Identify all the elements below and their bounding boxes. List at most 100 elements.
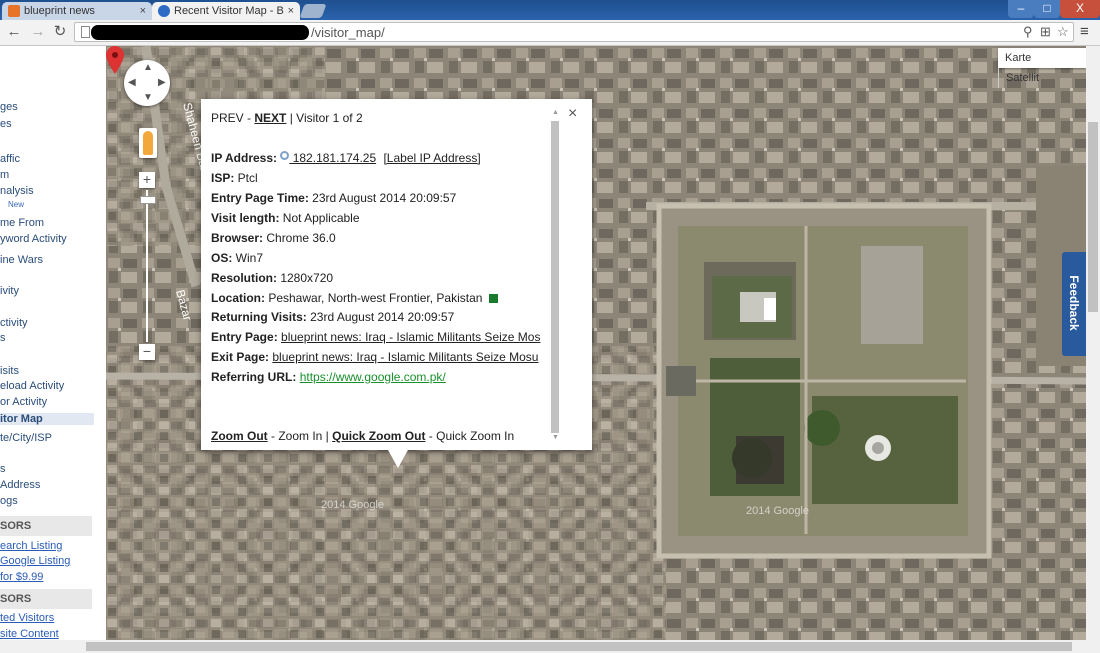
sidebar-link[interactable]: earch Listing	[0, 540, 62, 552]
info-window-close-icon[interactable]: ×	[568, 105, 577, 123]
sidebar-item-visitor-map[interactable]: itor Map	[0, 413, 94, 425]
prev-link[interactable]: PREV	[211, 111, 244, 125]
sidebar: ges es affic m nalysis New me From yword…	[0, 46, 106, 640]
page-icon	[81, 26, 90, 38]
feedback-tab[interactable]: Feedback	[1062, 252, 1086, 356]
sidebar-item[interactable]: te/City/ISP	[0, 432, 52, 444]
map-type-satellite-button[interactable]: Satellit	[998, 68, 1046, 88]
sidebar-link[interactable]: site Content	[0, 628, 59, 640]
maximize-button[interactable]: □	[1034, 0, 1060, 18]
address-bar[interactable]: /visitor_map/ ⚲ ⊞ ☆	[74, 22, 1074, 42]
sidebar-item[interactable]: ogs	[0, 495, 18, 507]
visit-length-row: Visit length: Not Applicable	[211, 211, 360, 225]
zoom-out-button[interactable]: −	[139, 344, 155, 360]
url-text[interactable]: /visitor_map/	[311, 25, 385, 40]
pan-control[interactable]: ▲ ▼ ◀ ▶	[124, 60, 170, 106]
pan-down-icon[interactable]: ▼	[143, 92, 153, 103]
map-type-control: KarteSatellit	[998, 48, 1086, 88]
exit-page-label: Exit Page:	[211, 350, 270, 364]
horizontal-scrollbar[interactable]	[0, 640, 1100, 653]
entry-time-value: 23rd August 2014 20:09:57	[308, 191, 457, 205]
browser-label: Browser:	[211, 231, 264, 245]
pan-up-icon[interactable]: ▲	[143, 62, 153, 73]
visit-length-value: Not Applicable	[279, 211, 360, 225]
sidebar-item[interactable]: eload Activity	[0, 380, 64, 392]
redacted-domain	[91, 25, 309, 40]
sidebar-item[interactable]: s	[0, 463, 6, 475]
feedback-label: Feedback	[1067, 275, 1081, 331]
vertical-scrollbar[interactable]	[1086, 46, 1100, 640]
tab-close-icon[interactable]: ×	[140, 2, 146, 20]
map-type-map-button[interactable]: Karte	[998, 48, 1038, 68]
translate-icon[interactable]: ⊞	[1040, 24, 1051, 40]
exit-page-row: Exit Page: blueprint news: Iraq - Islami…	[211, 350, 538, 364]
entry-page-link[interactable]: blueprint news: Iraq - Islamic Militants…	[281, 330, 540, 344]
zoom-icon[interactable]: ⚲	[1023, 24, 1033, 40]
sidebar-item[interactable]: ges	[0, 101, 18, 113]
satellite-map[interactable]: Shaheen Bazar Bazar 2014 Google 2014 Goo…	[106, 46, 1086, 640]
sidebar-item[interactable]: ivity	[0, 285, 19, 297]
back-button[interactable]: ←	[4, 23, 24, 41]
zoom-slider-handle[interactable]	[140, 196, 156, 204]
tab-close-icon[interactable]: ×	[288, 2, 294, 20]
entry-page-label: Entry Page:	[211, 330, 278, 344]
sidebar-link[interactable]: Google Listing	[0, 555, 70, 567]
scroll-up-icon[interactable]: ▲	[552, 109, 559, 116]
sidebar-item[interactable]: isits	[0, 365, 19, 377]
minimize-button[interactable]: –	[1008, 0, 1034, 18]
returning-label: Returning Visits:	[211, 310, 307, 324]
returning-visits-row: Returning Visits: 23rd August 2014 20:09…	[211, 310, 454, 324]
browser-toolbar: ← → ↻ /visitor_map/ ⚲ ⊞ ☆ ≡	[0, 20, 1100, 46]
isp-value: Ptcl	[234, 171, 258, 185]
sidebar-item[interactable]: Address	[0, 479, 40, 491]
entry-page-row: Entry Page: blueprint news: Iraq - Islam…	[211, 330, 540, 344]
sidebar-item[interactable]: m	[0, 169, 9, 181]
sidebar-item[interactable]: nalysis	[0, 185, 34, 197]
tab-recent-visitor-map[interactable]: Recent Visitor Map - B ×	[152, 2, 300, 20]
pan-left-icon[interactable]: ◀	[128, 77, 136, 88]
forward-button[interactable]: →	[28, 23, 48, 41]
horizontal-scrollbar-thumb[interactable]	[86, 642, 1072, 651]
new-badge: New	[8, 200, 25, 209]
exit-page-link[interactable]: blueprint news: Iraq - Islamic Militants…	[272, 350, 538, 364]
browser-menu-icon[interactable]: ≡	[1080, 23, 1089, 40]
street-view-pegman-icon[interactable]	[139, 128, 157, 158]
map-marker-icon[interactable]	[106, 46, 124, 74]
reload-button[interactable]: ↻	[50, 23, 70, 41]
sidebar-item[interactable]: me From	[0, 217, 44, 229]
pan-right-icon[interactable]: ▶	[158, 77, 166, 88]
browser-title-bar: blueprint news × Recent Visitor Map - B …	[0, 0, 1100, 20]
sidebar-item[interactable]: es	[0, 118, 12, 130]
sidebar-item[interactable]: yword Activity	[0, 233, 67, 245]
scrollbar-thumb[interactable]	[551, 121, 559, 433]
zoom-in-button[interactable]: +	[139, 172, 155, 188]
sidebar-section-header: SORS	[0, 516, 92, 536]
zoom-in-text[interactable]: - Zoom In |	[268, 429, 332, 443]
zoom-slider-track[interactable]	[146, 190, 148, 342]
referring-label: Referring URL:	[211, 370, 297, 384]
tab-blueprint-news[interactable]: blueprint news ×	[2, 2, 152, 20]
sidebar-link[interactable]: for $9.99	[0, 571, 43, 583]
bookmark-star-icon[interactable]: ☆	[1057, 24, 1069, 40]
new-tab-button[interactable]	[299, 4, 327, 18]
zoom-out-link[interactable]: Zoom Out	[211, 429, 268, 443]
sidebar-item[interactable]: ine Wars	[0, 254, 43, 266]
next-link[interactable]: NEXT	[254, 111, 286, 125]
info-window-content: PREV - NEXT | Visitor 1 of 2 IP Address:…	[201, 99, 547, 450]
sidebar-item[interactable]: or Activity	[0, 396, 47, 408]
vertical-scrollbar-thumb[interactable]	[1088, 122, 1098, 312]
ip-value-link[interactable]: 182.181.174.25	[289, 151, 376, 165]
visitor-info-window: PREV - NEXT | Visitor 1 of 2 IP Address:…	[201, 99, 592, 468]
quick-zoom-out-link[interactable]: Quick Zoom Out	[332, 429, 425, 443]
sidebar-link[interactable]: ted Visitors	[0, 612, 54, 624]
label-ip-link[interactable]: [Label IP Address]	[383, 151, 480, 165]
window-close-button[interactable]: X	[1060, 0, 1100, 18]
info-window-scrollbar[interactable]: ▲ ▼	[550, 109, 560, 442]
sidebar-item[interactable]: s	[0, 332, 6, 344]
sidebar-item[interactable]: ctivity	[0, 317, 28, 329]
referring-url-link[interactable]: https://www.google.com.pk/	[300, 370, 446, 384]
quick-zoom-in-text[interactable]: - Quick Zoom In	[425, 429, 514, 443]
sidebar-item[interactable]: affic	[0, 153, 20, 165]
scroll-down-icon[interactable]: ▼	[552, 434, 559, 441]
resolution-label: Resolution:	[211, 271, 277, 285]
